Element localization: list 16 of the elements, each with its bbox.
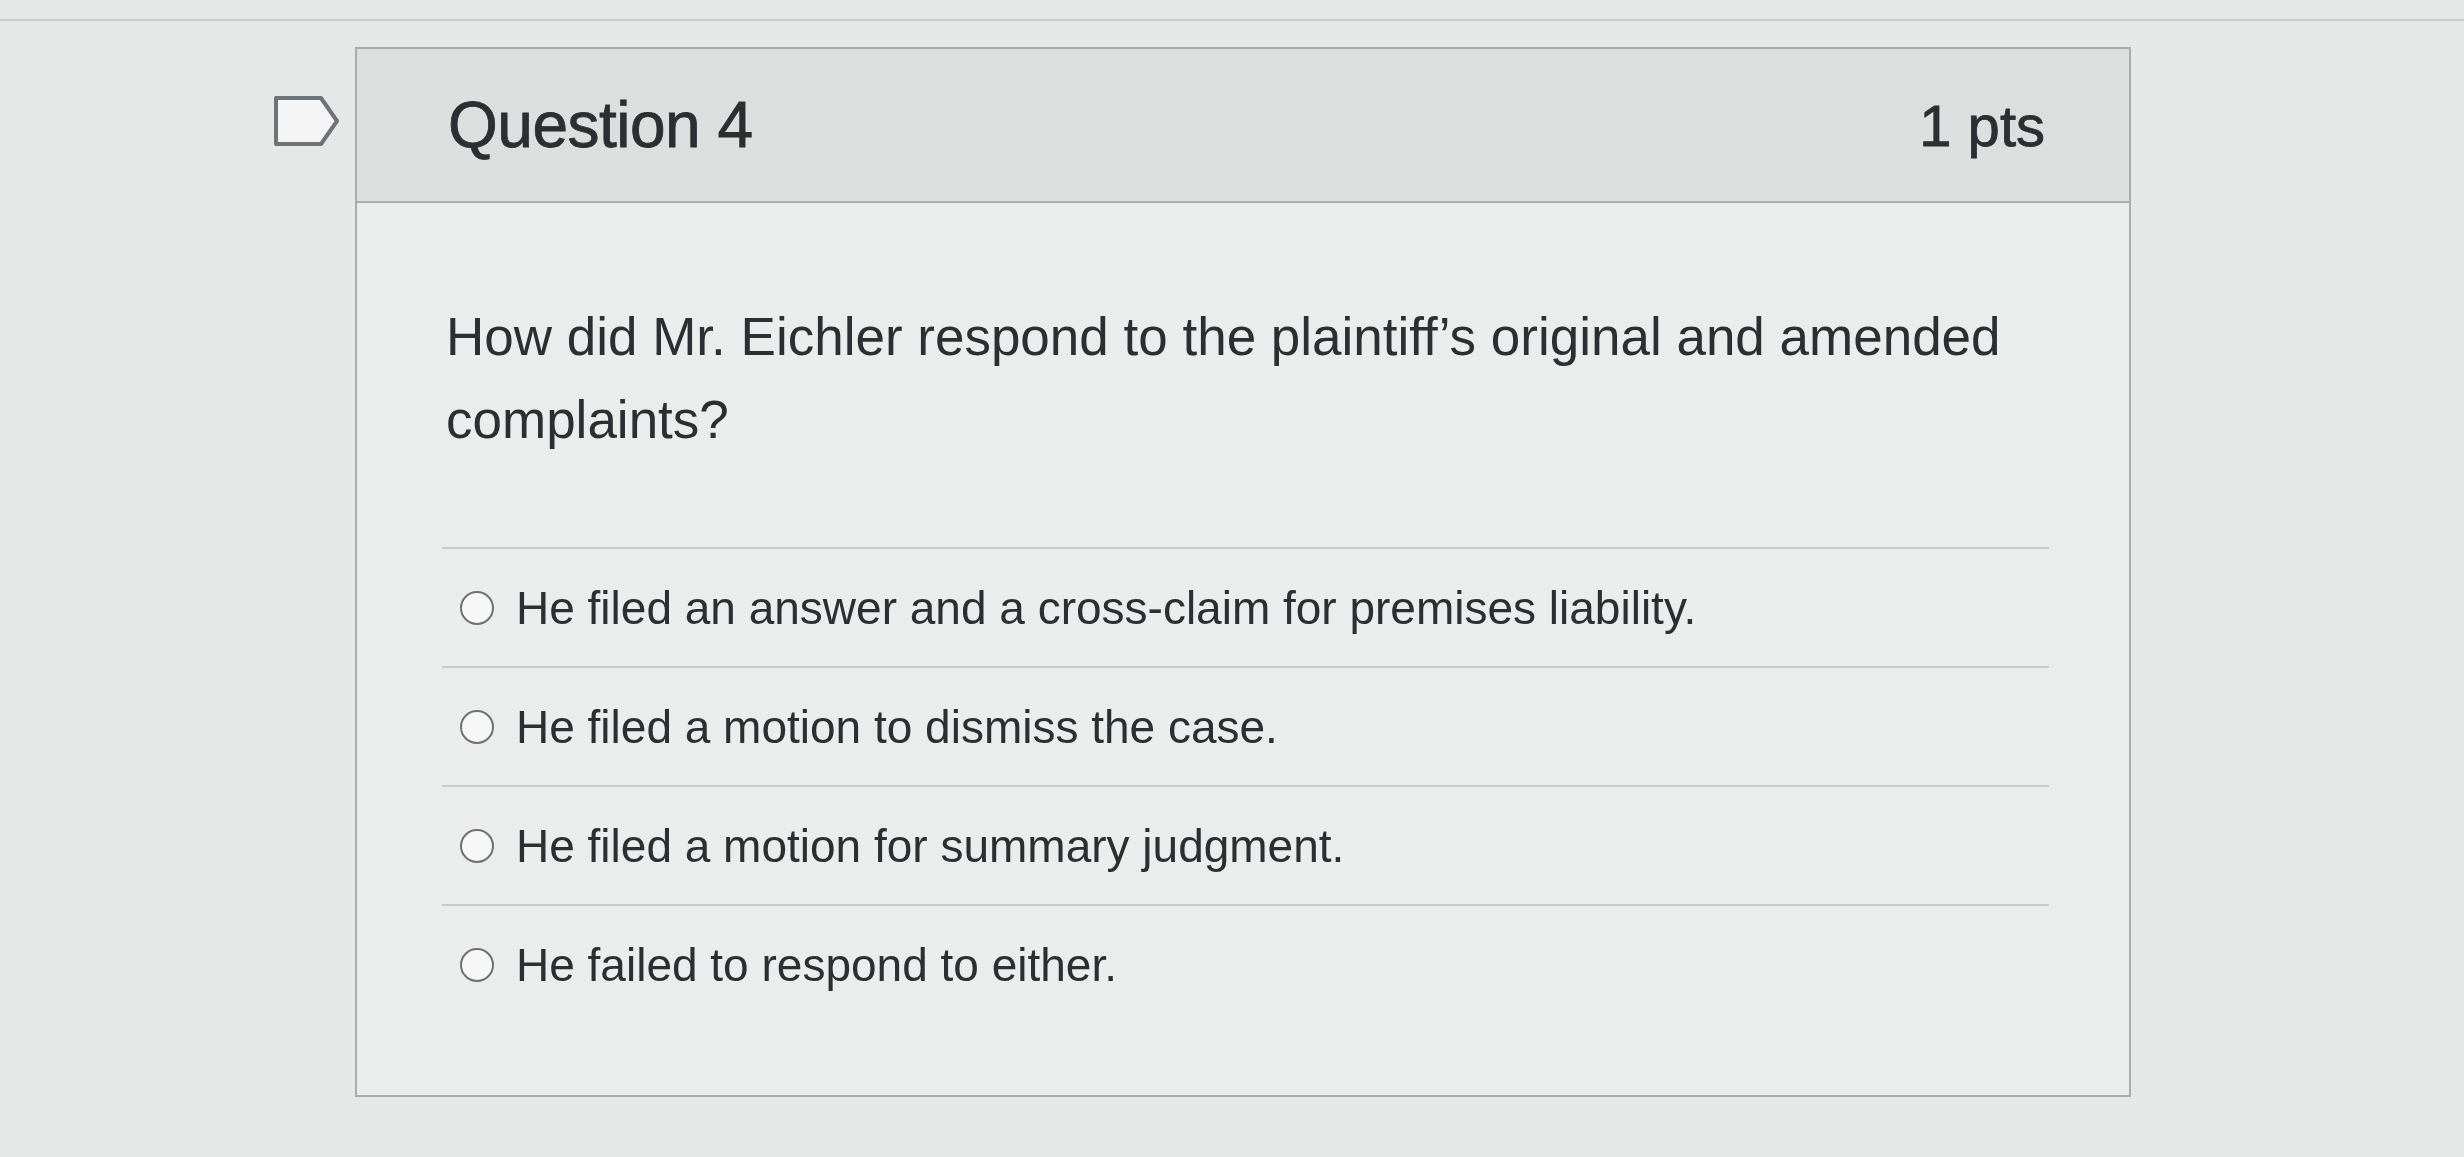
- radio-button[interactable]: [460, 947, 494, 982]
- radio-button[interactable]: [460, 590, 494, 625]
- answer-option[interactable]: He filed a motion to dismiss the case.: [442, 666, 2049, 785]
- question-text: How did Mr. Eichler respond to the plaintiff’s original and amended complaints?: [445, 306, 2002, 451]
- flag-icon[interactable]: [273, 95, 341, 147]
- answer-option[interactable]: He filed an answer and a cross-claim for premises liability.: [442, 547, 2049, 666]
- radio-button[interactable]: [460, 828, 494, 863]
- answer-label: He filed an answer and a cross-claim for premises liability.: [516, 580, 1697, 635]
- answer-label: He failed to respond to either.: [516, 937, 1117, 992]
- question-title: Question 4: [448, 88, 753, 162]
- answer-label: He filed a motion for summary judgment.: [516, 818, 1345, 873]
- points-label: 1 pts: [1919, 91, 2045, 159]
- answer-option[interactable]: He filed a motion for summary judgment.: [442, 785, 2049, 904]
- radio-button[interactable]: [460, 709, 494, 744]
- answer-label: He filed a motion to dismiss the case.: [516, 699, 1278, 754]
- answer-option[interactable]: He failed to respond to either.: [442, 904, 2049, 1023]
